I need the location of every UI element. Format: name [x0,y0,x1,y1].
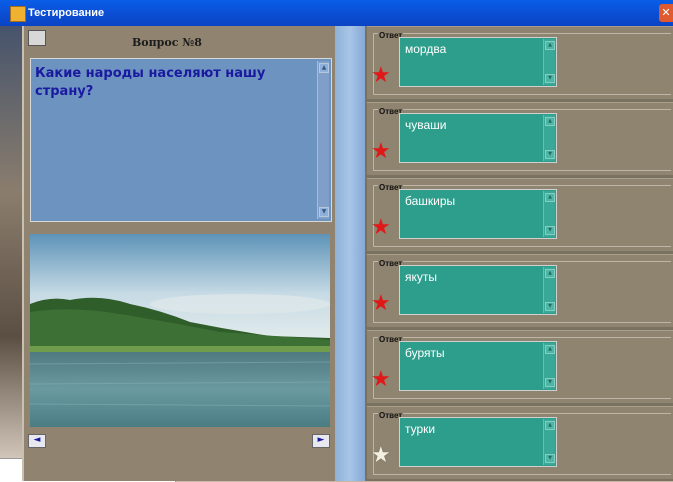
answer-row: Ответ ★ чуваши ▲ ▼ [367,102,673,175]
panel-divider [335,26,365,481]
scroll-up-icon[interactable]: ▲ [545,345,555,354]
answer-scrollbar[interactable]: ▲ ▼ [543,419,555,465]
prev-button[interactable]: ◄ [28,434,46,448]
scroll-down-icon[interactable]: ▼ [545,302,555,311]
scroll-up-icon[interactable]: ▲ [545,117,555,126]
star-icon[interactable]: ★ [371,445,391,467]
answer-text-box[interactable]: башкиры ▲ ▼ [399,189,557,239]
question-text-box[interactable]: Какие народы населяют нашу страну? ▲ ▼ [30,58,332,222]
scroll-down-icon[interactable]: ▼ [545,150,555,159]
answers-panel: Ответ ★ мордва ▲ ▼ Ответ ★ чуваши ▲ ▼ Ответ ★ башкир… [365,26,673,481]
scroll-down-icon[interactable]: ▼ [545,74,555,83]
answer-row: Ответ ★ якуты ▲ ▼ [367,254,673,327]
star-icon[interactable]: ★ [371,65,391,87]
question-number: Вопрос №8 [132,36,202,49]
answer-text-box[interactable]: буряты ▲ ▼ [399,341,557,391]
scroll-down-icon[interactable]: ▼ [545,378,555,387]
answer-text: мордва [405,42,447,56]
answer-scrollbar[interactable]: ▲ ▼ [543,115,555,161]
answer-row: Ответ ★ башкиры ▲ ▼ [367,178,673,251]
landscape-lake-image [30,234,330,427]
scroll-up-icon[interactable]: ▲ [545,421,555,430]
question-panel: Вопрос №8 Какие народы населяют нашу стр… [22,26,337,481]
answer-text-box[interactable]: мордва ▲ ▼ [399,37,557,87]
answer-text: турки [405,422,436,436]
title-bar[interactable]: Тестирование ✕ [0,0,673,26]
answer-text: чуваши [405,118,447,132]
testing-window: Тестирование ✕ Вопрос №8 Какие народы на… [0,0,673,481]
answer-text-box[interactable]: чуваши ▲ ▼ [399,113,557,163]
star-icon[interactable]: ★ [371,217,391,239]
answer-scrollbar[interactable]: ▲ ▼ [543,39,555,85]
close-button[interactable]: ✕ [659,4,673,22]
scroll-down-icon[interactable]: ▼ [545,454,555,463]
scroll-up-icon[interactable]: ▲ [545,269,555,278]
window-title: Тестирование [28,7,105,19]
question-scrollbar[interactable]: ▲ ▼ [317,61,329,219]
scroll-up-icon[interactable]: ▲ [545,193,555,202]
answer-scrollbar[interactable]: ▲ ▼ [543,343,555,389]
scroll-down-icon[interactable]: ▼ [319,207,329,217]
scroll-up-icon[interactable]: ▲ [319,63,329,73]
scroll-up-icon[interactable]: ▲ [545,41,555,50]
answer-scrollbar[interactable]: ▲ ▼ [543,267,555,313]
answer-row: Ответ ★ мордва ▲ ▼ [367,26,673,99]
star-icon[interactable]: ★ [371,369,391,391]
question-image [30,234,330,427]
monitor-icon[interactable] [28,30,46,46]
answer-text-box[interactable]: турки ▲ ▼ [399,417,557,467]
answer-text: буряты [405,346,445,360]
app-icon [10,6,26,22]
answer-text: якуты [405,270,438,284]
answer-row: Ответ ★ турки ▲ ▼ [367,406,673,479]
next-button[interactable]: ► [312,434,330,448]
answer-text-box[interactable]: якуты ▲ ▼ [399,265,557,315]
scroll-down-icon[interactable]: ▼ [545,226,555,235]
star-icon[interactable]: ★ [371,141,391,163]
answer-row: Ответ ★ буряты ▲ ▼ [367,330,673,403]
answer-text: башкиры [405,194,456,208]
question-text: Какие народы населяют нашу страну? [35,66,266,99]
question-header: Вопрос №8 [24,26,337,56]
answer-scrollbar[interactable]: ▲ ▼ [543,191,555,237]
star-icon[interactable]: ★ [371,293,391,315]
